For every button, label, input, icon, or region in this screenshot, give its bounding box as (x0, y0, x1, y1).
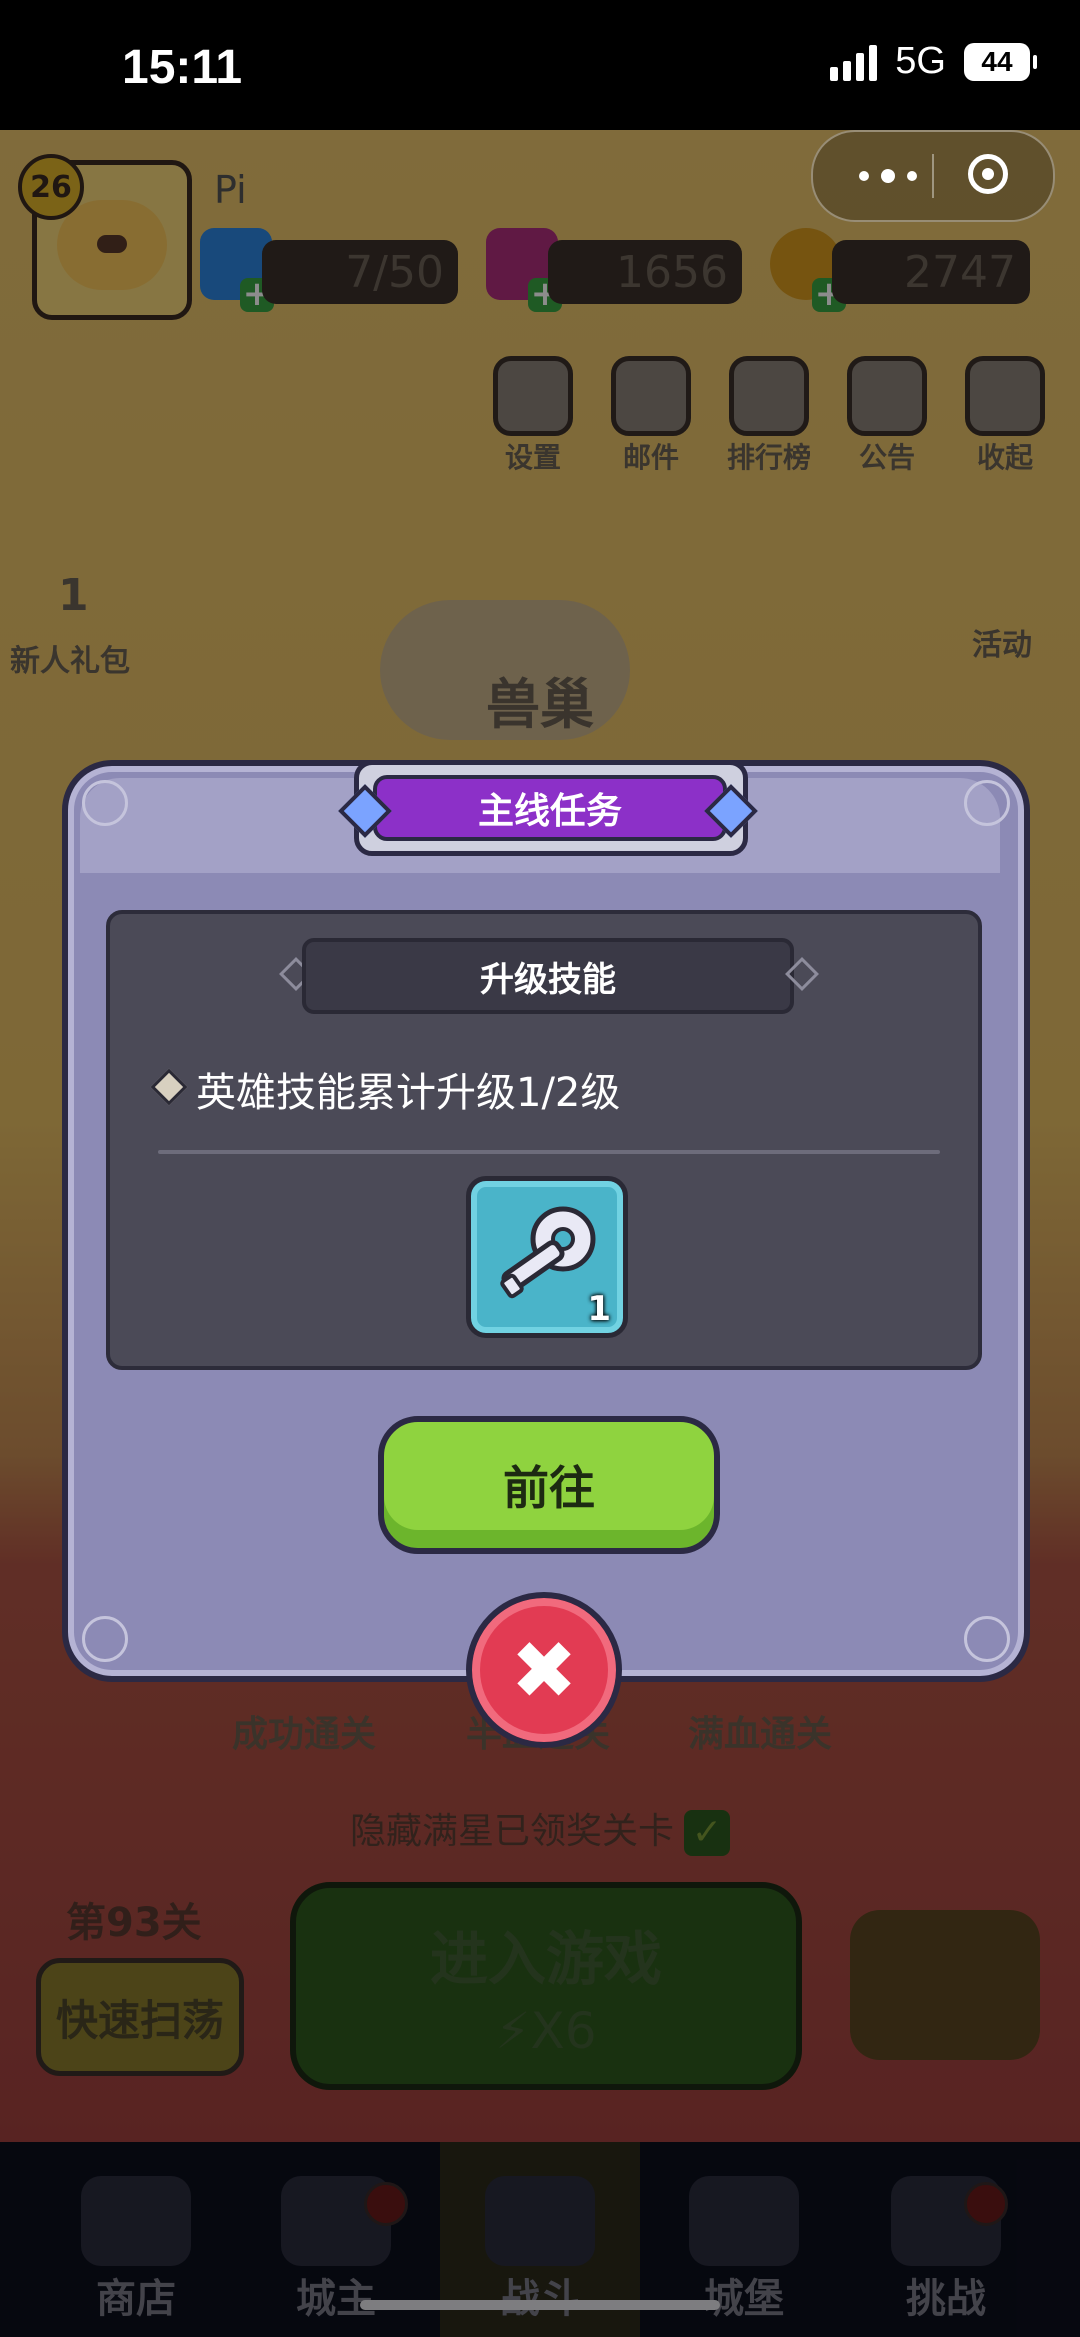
corner-ornament (82, 1616, 128, 1662)
corner-ornament (964, 780, 1010, 826)
corner-ornament (964, 1616, 1010, 1662)
corner-ornament (82, 780, 128, 826)
reward-item[interactable]: 1 (466, 1176, 628, 1338)
close-icon: ✖ (510, 1623, 578, 1717)
more-icon[interactable] (848, 162, 928, 190)
network-type: 5G (895, 40, 946, 82)
home-indicator (360, 2300, 720, 2310)
signal-icon (830, 43, 878, 81)
battery-level: 44 (981, 45, 1013, 77)
title-plate: 主线任务 (354, 760, 748, 856)
close-button[interactable]: ✖ (466, 1592, 622, 1748)
status-bar: 15:11 5G 44 (0, 0, 1080, 130)
reward-count: 1 (587, 1289, 611, 1329)
miniprogram-capsule (811, 130, 1055, 222)
status-indicators: 5G 44 (830, 40, 1037, 83)
go-button[interactable]: 前往 (378, 1416, 720, 1554)
task-bullet-icon (150, 1068, 188, 1106)
status-time: 15:11 (122, 41, 243, 94)
divider (158, 1150, 940, 1154)
task-description: 英雄技能累计升级1/2级 (196, 1070, 621, 1116)
main-quest-dialog: 主线任务 升级技能 英雄技能累计升级1/2级 1 前往 (62, 760, 1030, 1682)
battery-icon: 44 (964, 42, 1037, 81)
task-subtitle: 升级技能 (302, 938, 794, 1014)
dialog-title: 主线任务 (373, 775, 727, 841)
capsule-separator (932, 154, 934, 198)
exit-icon[interactable] (968, 154, 1008, 194)
task-panel: 升级技能 英雄技能累计升级1/2级 1 (106, 910, 982, 1370)
